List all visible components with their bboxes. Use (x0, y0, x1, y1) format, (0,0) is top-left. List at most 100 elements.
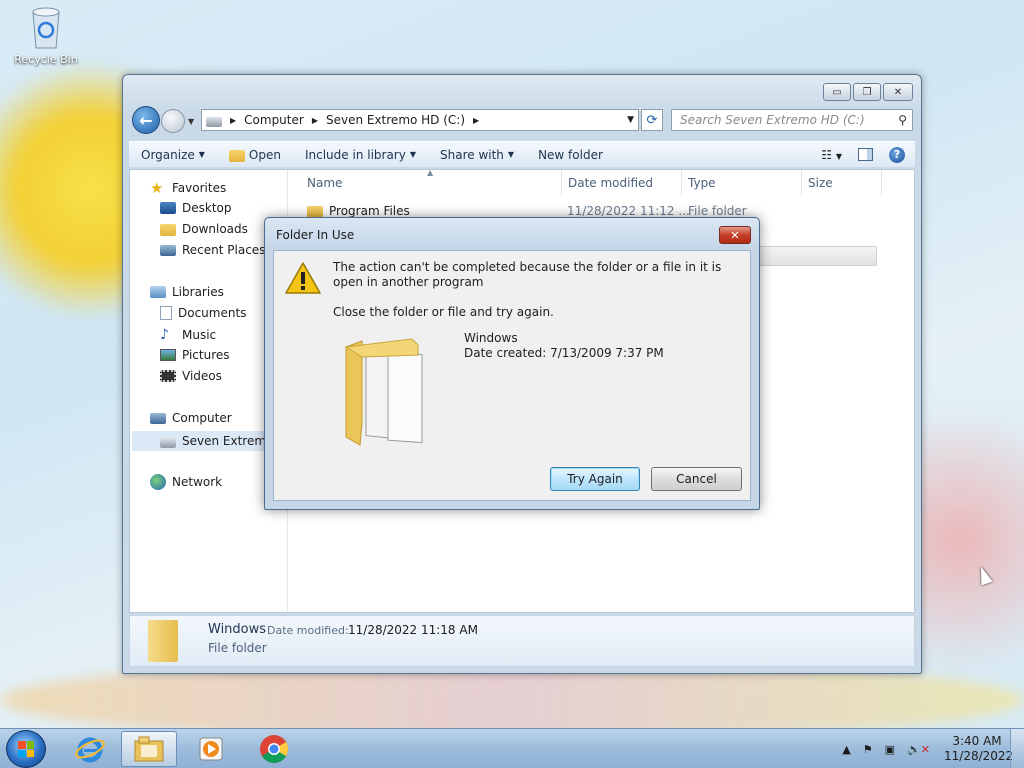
cancel-button[interactable]: Cancel (651, 467, 742, 491)
refresh-button[interactable]: ⟳ (641, 109, 663, 131)
share-with-label: Share with (440, 147, 504, 162)
column-divider[interactable] (881, 170, 882, 196)
breadcrumb-computer[interactable]: Computer (244, 113, 304, 127)
taskbar-windows-explorer[interactable] (121, 731, 177, 767)
nav-label: Network (172, 475, 223, 489)
new-folder-button[interactable]: New folder (526, 148, 615, 162)
folder-icon (228, 149, 245, 162)
action-center-flag-icon[interactable]: ⚑ (863, 743, 873, 756)
nav-network[interactable]: Network (150, 474, 222, 490)
dialog-close-button[interactable]: ✕ (719, 226, 751, 244)
column-divider[interactable] (681, 170, 682, 196)
include-in-library-button[interactable]: Include in library ▼ (293, 148, 428, 162)
search-input[interactable]: Search Seven Extremo HD (C:) ⚲ (671, 109, 913, 131)
nav-label: Downloads (182, 222, 248, 236)
show-hidden-icons-button[interactable]: ▲ (842, 743, 850, 756)
address-bar[interactable]: ▶ Computer ▶ Seven Extremo HD (C:) ▶ ▼ (201, 109, 639, 131)
column-divider[interactable] (561, 170, 562, 196)
taskbar-chrome[interactable] (246, 731, 302, 767)
file-type: File folder (688, 204, 747, 218)
view-options-icon[interactable]: ☷ ▼ (821, 148, 842, 162)
chevron-down-icon: ▼ (507, 150, 515, 159)
recycle-bin-icon (29, 6, 63, 50)
libraries-icon (150, 286, 166, 298)
details-date-label: Date modified: (267, 624, 349, 637)
selected-row-highlight[interactable] (759, 246, 877, 266)
recycle-bin[interactable]: Recycle Bin (10, 6, 82, 66)
nav-music[interactable]: ♪ Music (160, 327, 216, 343)
show-desktop-button[interactable] (1010, 729, 1024, 768)
dialog-title: Folder In Use (276, 228, 355, 242)
music-icon: ♪ (160, 327, 169, 343)
forward-button[interactable] (161, 109, 185, 133)
nav-libraries[interactable]: Libraries (150, 285, 224, 299)
breadcrumb-drive[interactable]: Seven Extremo HD (C:) (326, 113, 465, 127)
videos-icon (160, 370, 176, 382)
open-button[interactable]: Open (217, 148, 293, 162)
windows-explorer-icon (134, 736, 164, 762)
taskbar-media-player[interactable] (183, 731, 239, 767)
sort-arrow-icon: ▲ (427, 168, 434, 177)
network-tray-icon[interactable]: ▣ (885, 743, 895, 756)
column-header-size[interactable]: Size (808, 176, 833, 190)
nav-label: Favorites (172, 181, 227, 195)
downloads-folder-icon (160, 224, 176, 236)
breadcrumb-chevron-icon[interactable]: ▶ (473, 116, 479, 125)
minimize-button[interactable]: ▭ (823, 83, 851, 101)
preview-pane-icon[interactable] (858, 148, 873, 161)
search-icon[interactable]: ⚲ (898, 113, 907, 127)
column-header-type[interactable]: Type (688, 176, 716, 190)
chevron-down-icon: ▼ (409, 150, 416, 159)
window-controls: ▭ ❐ ✕ (823, 83, 913, 101)
history-dropdown-icon[interactable]: ▼ (188, 117, 194, 126)
chrome-icon (260, 735, 288, 763)
computer-icon (150, 412, 166, 424)
folder-in-use-dialog: Folder In Use ✕ The action can't be comp… (264, 217, 760, 510)
column-header-name[interactable]: Name (307, 176, 342, 190)
start-button[interactable] (6, 730, 46, 768)
new-folder-label: New folder (538, 147, 603, 162)
column-divider[interactable] (801, 170, 802, 196)
table-row[interactable]: Program Files 11/28/2022 11:12 ... File … (307, 204, 887, 218)
share-with-button[interactable]: Share with ▼ (428, 148, 526, 162)
column-header-date-modified[interactable]: Date modified (568, 176, 653, 190)
dialog-message: The action can't be completed because th… (333, 260, 722, 289)
drive-icon (160, 438, 176, 448)
volume-muted-icon[interactable]: 🔈✕ (907, 743, 930, 756)
back-button[interactable]: ← (132, 106, 160, 134)
details-name: Windows (208, 622, 267, 637)
nav-pictures[interactable]: Pictures (160, 348, 230, 362)
taskbar: ▲ ⚑ ▣ 🔈✕ 3:40 AM 11/28/2022 (0, 728, 1024, 768)
maximize-button[interactable]: ❐ (853, 83, 881, 101)
include-in-library-label: Include in library (304, 147, 406, 162)
nav-label: Videos (182, 369, 222, 383)
clock[interactable]: 3:40 AM 11/28/2022 (944, 734, 1014, 764)
nav-computer[interactable]: Computer (150, 411, 232, 425)
help-icon[interactable]: ? (889, 146, 905, 163)
nav-downloads[interactable]: Downloads (160, 222, 248, 236)
close-button[interactable]: ✕ (883, 83, 913, 101)
taskbar-internet-explorer[interactable] (62, 731, 118, 767)
documents-icon (160, 306, 172, 320)
breadcrumb-chevron-icon[interactable]: ▶ (230, 116, 236, 125)
nav-favorites[interactable]: ★ Favorites (150, 180, 226, 196)
folder-icon (342, 327, 432, 447)
nav-recent-places[interactable]: Recent Places (160, 243, 265, 257)
address-dropdown-icon[interactable]: ▼ (627, 115, 634, 125)
nav-label: Computer (172, 411, 232, 425)
desktop-icon (160, 202, 176, 214)
try-again-button[interactable]: Try Again (550, 467, 640, 491)
warning-icon (284, 261, 322, 295)
nav-documents[interactable]: Documents (160, 306, 246, 320)
internet-explorer-icon (75, 737, 105, 763)
chevron-down-icon: ▼ (198, 150, 205, 159)
breadcrumb-chevron-icon[interactable]: ▶ (312, 116, 318, 125)
nav-desktop[interactable]: Desktop (160, 201, 232, 215)
nav-videos[interactable]: Videos (160, 369, 222, 383)
dialog-body: The action can't be completed because th… (273, 250, 751, 501)
clock-date: 11/28/2022 (944, 749, 1014, 763)
nav-label: Music (182, 328, 217, 342)
search-placeholder: Search Seven Extremo HD (C:) (680, 113, 865, 127)
dialog-instruction: Close the folder or file and try again. (333, 305, 554, 319)
organize-button[interactable]: Organize ▼ (129, 148, 217, 162)
